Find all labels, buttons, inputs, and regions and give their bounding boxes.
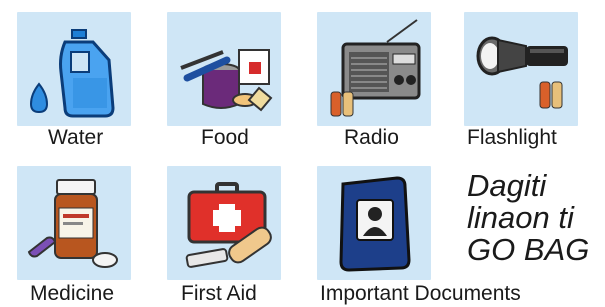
title-line-2: linaon ti: [467, 200, 574, 235]
important-documents-label: Important Documents: [320, 282, 521, 305]
title-line-3: GO BAG: [467, 232, 590, 267]
radio-tile: [317, 12, 431, 126]
radio-icon: [330, 19, 421, 117]
water-label: Water: [48, 126, 104, 149]
medicine-bottle-icon: [27, 179, 118, 268]
medicine-tile: [17, 166, 131, 280]
flashlight-label: Flashlight: [467, 126, 557, 149]
first-aid-tile: [167, 166, 281, 280]
water-jug-icon: [29, 29, 115, 118]
go-bag-title: Dagiti linaon ti GO BAG: [467, 170, 605, 266]
title-line-1: Dagiti: [467, 168, 547, 203]
flashlight-icon: [476, 36, 568, 109]
food-tile: [167, 12, 281, 126]
first-aid-kit-icon: [185, 182, 272, 268]
food-label: Food: [201, 126, 249, 149]
radio-label: Radio: [344, 126, 399, 149]
passport-icon: [339, 176, 411, 272]
first-aid-label: First Aid: [181, 282, 257, 305]
flashlight-tile: [464, 12, 578, 126]
canned-food-icon: [180, 49, 273, 112]
water-tile: [17, 12, 131, 126]
medicine-label: Medicine: [30, 282, 115, 305]
important-documents-tile: [317, 166, 431, 280]
